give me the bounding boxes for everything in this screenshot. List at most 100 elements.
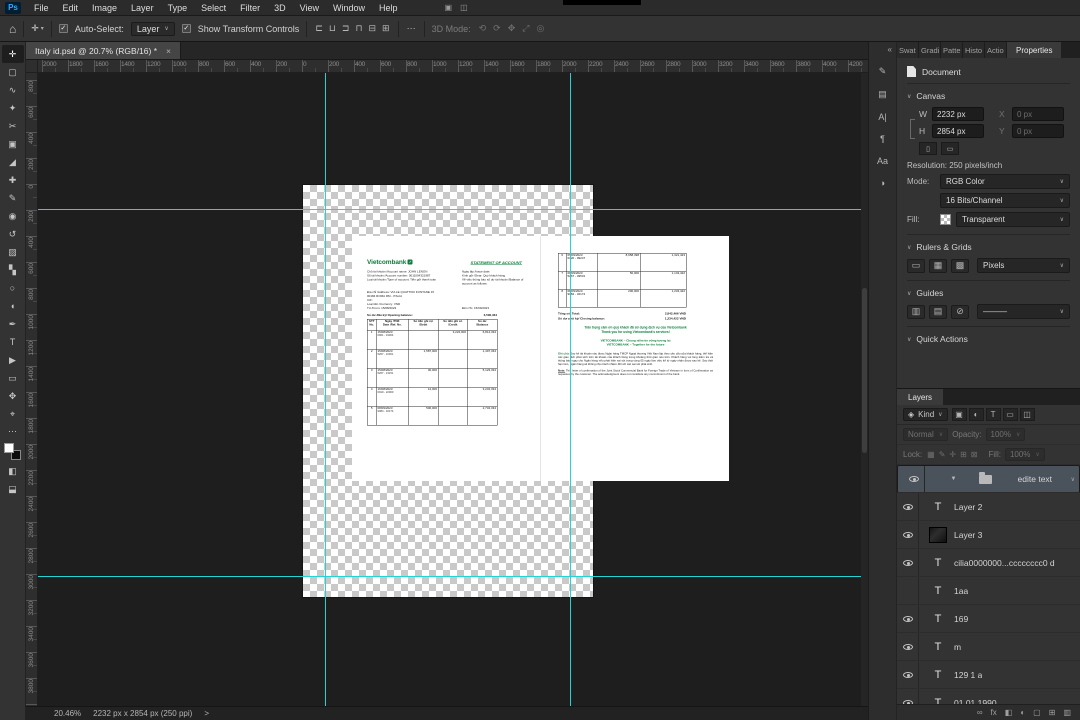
visibility-toggle[interactable] — [897, 689, 919, 704]
rectangular-marquee-tool[interactable]: ▢ — [2, 63, 24, 81]
hand-tool[interactable]: ✥ — [2, 387, 24, 405]
paragraph-panel-icon[interactable]: ¶ — [880, 134, 885, 144]
visibility-toggle[interactable] — [897, 549, 919, 576]
fill-dropdown[interactable]: Transparent — [956, 212, 1070, 227]
color-mode-dropdown[interactable]: RGB Color — [940, 174, 1070, 189]
auto-select-target-dropdown[interactable]: Layer — [130, 21, 175, 36]
layer-row[interactable]: T 01.01.1990 — [897, 689, 1080, 704]
visibility-toggle[interactable] — [897, 493, 919, 520]
chevron-down-icon[interactable]: ▼ — [951, 476, 957, 482]
filter-smart-objects-icon[interactable]: ◫ — [1019, 408, 1035, 421]
clear-guides-icon[interactable]: ⊘ — [951, 304, 969, 319]
fill-dropdown[interactable]: 100% — [1004, 448, 1045, 461]
new-layer-icon[interactable]: ⊞ — [1049, 708, 1056, 717]
distribute-spacing-icon[interactable]: ⊞ — [381, 23, 391, 34]
layer-row[interactable]: T 1aa — [897, 577, 1080, 605]
close-tab-icon[interactable]: × — [166, 46, 171, 56]
foreground-color-swatch[interactable] — [4, 443, 14, 453]
new-group-icon[interactable]: ▢ — [1033, 708, 1041, 717]
guides-section-header[interactable]: ∨ Guides — [907, 281, 1070, 301]
lock-transparent-pixels-icon[interactable]: ▦ — [926, 450, 936, 459]
align-horizontal-centers-icon[interactable]: ⊔ — [328, 23, 337, 34]
toggle-snap-icon[interactable]: ▩ — [951, 258, 969, 273]
move-tool[interactable]: ✛ — [1, 45, 24, 63]
clone-stamp-tool[interactable]: ◉ — [2, 207, 24, 225]
menu-image[interactable]: Image — [85, 0, 124, 16]
layer-row[interactable]: Tcilia0000000...cccccccc0 d — [897, 549, 1080, 577]
lock-all-icon[interactable]: ⊠ — [970, 450, 979, 459]
new-adjustment-layer-icon[interactable]: ◐ — [1020, 708, 1025, 717]
screen-mode-icon[interactable]: ⬓ — [2, 480, 24, 498]
visibility-toggle[interactable] — [897, 605, 919, 632]
panel-tab-patte[interactable]: Patte — [941, 42, 963, 58]
glyphs-panel-icon[interactable]: Aa — [877, 156, 888, 166]
share-icon[interactable]: ▣ — [445, 3, 453, 12]
menu-window[interactable]: Window — [326, 0, 372, 16]
portrait-orientation-icon[interactable]: ▯ — [919, 142, 937, 155]
pen-tool[interactable]: ✒ — [2, 315, 24, 333]
horizontal-guide[interactable] — [38, 209, 868, 210]
link-dimensions-icon[interactable] — [910, 119, 915, 139]
panel-tab-swat[interactable]: Swat — [897, 42, 919, 58]
eraser-tool[interactable]: ▨ — [2, 243, 24, 261]
rulers-grids-section-header[interactable]: ∨ Rulers & Grids — [907, 235, 1070, 255]
layer-row[interactable]: Tm — [897, 633, 1080, 661]
toggle-rulers-icon[interactable]: ▭ — [907, 258, 925, 273]
healing-brush-tool[interactable]: ✚ — [2, 171, 24, 189]
character-panel-icon[interactable]: A| — [878, 112, 886, 122]
menu-layer[interactable]: Layer — [124, 0, 161, 16]
frame-tool[interactable]: ▣ — [2, 135, 24, 153]
panel-tab-gradi[interactable]: Gradi — [919, 42, 941, 58]
layer-row[interactable]: ▼ edite text — [897, 465, 1080, 493]
guide-style-dropdown[interactable]: ——— — [977, 304, 1070, 319]
vertical-scrollbar[interactable] — [861, 73, 868, 706]
lock-artboards-icon[interactable]: ⊞ — [959, 450, 968, 459]
landscape-orientation-icon[interactable]: ▭ — [941, 142, 959, 155]
vertical-guide[interactable] — [325, 73, 326, 706]
vertical-guide[interactable] — [570, 73, 571, 706]
rectangle-tool[interactable]: ▭ — [2, 369, 24, 387]
color-swatches[interactable] — [4, 443, 21, 460]
history-brush-tool[interactable]: ↺ — [2, 225, 24, 243]
statement-page-2[interactable]: 6 05/09/2023 0120 - 09247 8,958,398 1,321,42… — [540, 236, 729, 481]
vertical-ruler[interactable]: 800 600 400 200 0 200 400 600 800 1000 1200 1400 160… — [26, 73, 38, 706]
visibility-toggle[interactable] — [897, 577, 919, 604]
y-field[interactable]: 0 px — [1012, 124, 1064, 138]
layer-row[interactable]: T 129 1 a — [897, 661, 1080, 689]
blur-tool[interactable]: ○ — [2, 279, 24, 297]
quick-mask-mode-icon[interactable]: ◧ — [2, 462, 24, 480]
opacity-dropdown[interactable]: 100% — [985, 428, 1026, 441]
canvas-section-header[interactable]: ∨ Canvas — [907, 84, 1070, 104]
dodge-tool[interactable]: ◖ — [2, 297, 24, 315]
document-tab[interactable]: Italy id.psd @ 20.7% (RGB/16) * × — [26, 42, 181, 59]
edit-toolbar-icon[interactable]: ⋯ — [8, 426, 17, 437]
tab-layers[interactable]: Layers — [897, 389, 944, 405]
type-tool[interactable]: T — [2, 333, 24, 351]
delete-layer-icon[interactable]: ▥ — [1063, 708, 1071, 717]
filter-adjustment-layers-icon[interactable]: ◐ — [968, 408, 984, 421]
x-field[interactable]: 0 px — [1012, 107, 1064, 121]
visibility-toggle[interactable] — [903, 466, 925, 492]
statement-page-1[interactable]: Vietcombank ✓ STATEMENT OF ACCOUNT Chủ t… — [352, 236, 540, 481]
menu-file[interactable]: File — [27, 0, 56, 16]
menu-type[interactable]: Type — [161, 0, 195, 16]
tab-properties[interactable]: Properties — [1007, 42, 1062, 58]
brushes-panel-icon[interactable]: ✎ — [879, 66, 887, 77]
filter-shape-layers-icon[interactable]: ▭ — [1002, 408, 1018, 421]
guide-layout-icon[interactable]: ▤ — [929, 304, 947, 319]
layer-row[interactable]: T 169 — [897, 605, 1080, 633]
ruler-units-dropdown[interactable]: Pixels — [977, 258, 1070, 273]
zoom-tool[interactable]: ⌖ — [2, 405, 24, 423]
menu-3d[interactable]: 3D — [267, 0, 293, 16]
ruler-origin[interactable] — [26, 60, 38, 72]
home-icon[interactable]: ⌂ — [9, 22, 16, 36]
toggle-grid-icon[interactable]: ▦ — [929, 258, 947, 273]
scrollbar-thumb[interactable] — [862, 288, 867, 453]
panel-tab-histo[interactable]: Histo — [963, 42, 985, 58]
link-layers-icon[interactable]: ∞ — [977, 708, 983, 717]
crop-tool[interactable]: ✂ — [2, 117, 24, 135]
height-field[interactable]: 2854 px — [932, 124, 984, 138]
layer-effects-icon[interactable]: fx — [991, 708, 997, 717]
quick-selection-tool[interactable]: ✦ — [2, 99, 24, 117]
panel-tab-actio[interactable]: Actio — [985, 42, 1007, 58]
